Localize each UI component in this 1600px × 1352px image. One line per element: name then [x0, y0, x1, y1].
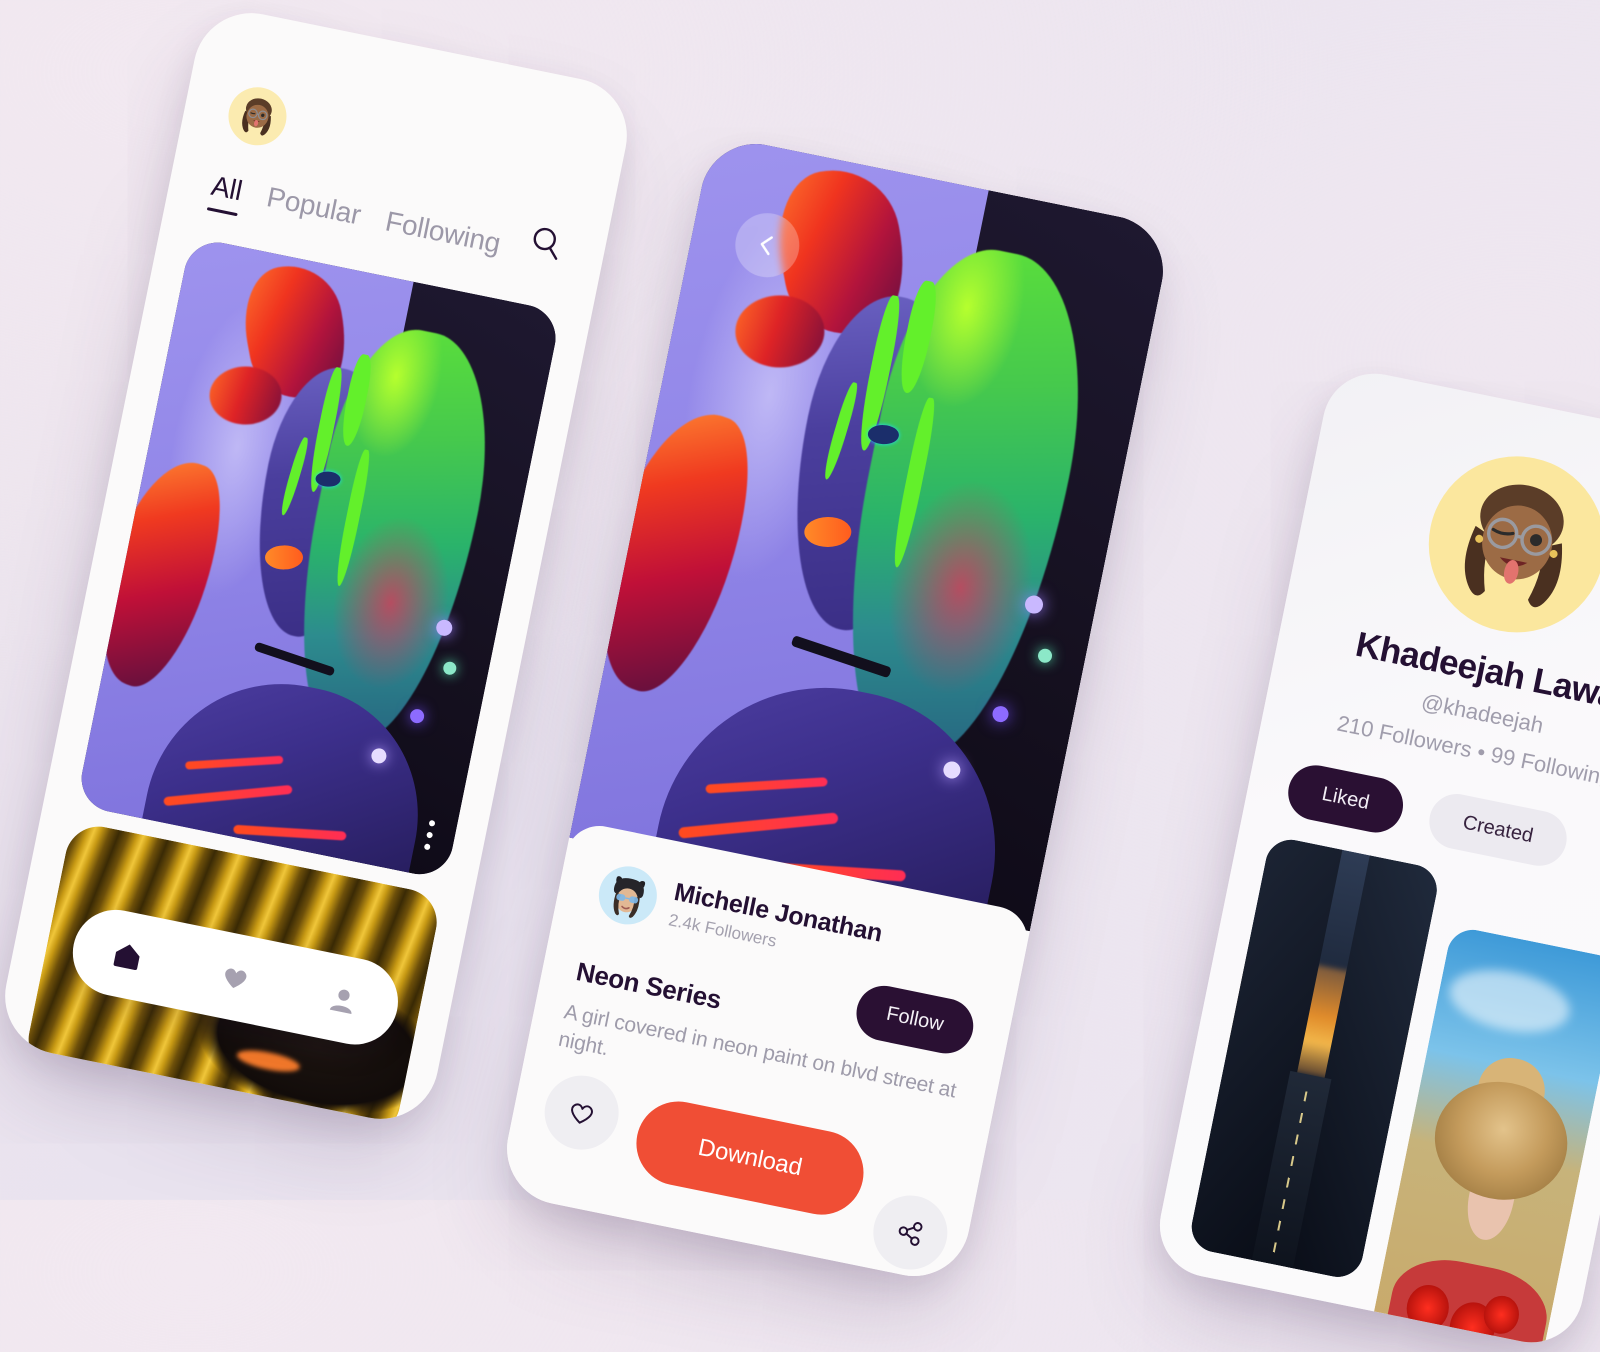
avatar[interactable] — [223, 82, 292, 151]
phone-feed-screen: All Popular Following — [0, 2, 638, 1130]
filter-liked[interactable]: Liked — [1283, 760, 1408, 838]
feed-photo-card[interactable] — [75, 236, 562, 881]
phone-detail-screen: Michelle Jonathan 2.4k Followers Follow … — [497, 133, 1173, 1287]
hero-photo — [569, 133, 1173, 932]
memoji-beanie-avatar-icon — [613, 876, 646, 918]
share-icon — [898, 1222, 923, 1246]
search-icon[interactable] — [526, 222, 566, 262]
share-button[interactable] — [866, 1188, 954, 1277]
author-row[interactable]: Michelle Jonathan 2.4k Followers — [593, 861, 885, 975]
author-text-block: Michelle Jonathan 2.4k Followers — [667, 878, 885, 972]
memoji-avatar-icon — [1464, 484, 1564, 608]
heart-outline-icon — [571, 1103, 593, 1124]
heart-icon[interactable] — [215, 957, 255, 997]
like-button[interactable] — [538, 1068, 626, 1157]
follow-button[interactable]: Follow — [851, 980, 979, 1059]
home-icon[interactable] — [108, 935, 148, 975]
person-icon[interactable] — [323, 979, 363, 1019]
phone-profile-screen: Khadeejah Lawal @khadeejah 210 Followers… — [1150, 364, 1600, 1352]
author-avatar — [593, 861, 663, 930]
chevron-left-icon — [760, 236, 773, 256]
tab-following[interactable]: Following — [383, 205, 503, 260]
download-button[interactable]: Download — [628, 1093, 872, 1223]
filter-created[interactable]: Created — [1424, 789, 1572, 871]
memoji-avatar-icon — [242, 98, 272, 136]
neon-photo — [75, 236, 562, 881]
tab-all[interactable]: All — [209, 170, 245, 207]
profile-avatar[interactable] — [1413, 440, 1600, 649]
profile-gallery — [1177, 835, 1600, 1352]
tab-popular[interactable]: Popular — [264, 181, 363, 231]
